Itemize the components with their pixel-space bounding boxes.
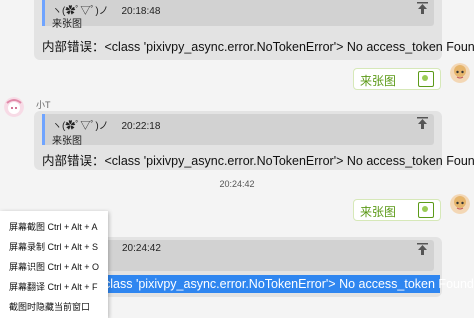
quoted-message[interactable]: ヽ(✿ﾟ▽ﾟ)ノ 20:22:18 来张图 bbox=[42, 114, 434, 147]
quote-accent-bar bbox=[42, 114, 45, 145]
quote-text: 来张图 bbox=[52, 136, 82, 147]
message-text: 内部错误：<class 'pixivpy_async.error.NoToken… bbox=[42, 154, 474, 168]
quote-text: 来张图 bbox=[52, 19, 82, 30]
quoted-message[interactable]: ヽ(✿ﾟ▽ﾟ)ノ 20:18:48 来张图 bbox=[42, 0, 434, 30]
quote-time: 20:22:18 bbox=[121, 121, 161, 132]
quote-header: ヽ(✿ﾟ▽ﾟ)ノ 20:22:18 bbox=[52, 117, 160, 132]
quote-time: 20:24:42 bbox=[122, 243, 161, 254]
message-bubble-1[interactable]: ヽ(✿ﾟ▽ﾟ)ノ 20:18:48 来张图 内部错误：<class 'pixiv… bbox=[34, 0, 474, 60]
sticker-text: 来张图 bbox=[360, 205, 397, 219]
jump-to-quote-icon[interactable] bbox=[417, 2, 428, 14]
message-text: 内部错误：<class 'pixivpy_async.error.NoToken… bbox=[42, 40, 474, 54]
quote-accent-bar bbox=[42, 0, 45, 26]
menu-item-hide-window[interactable]: 截图时隐藏当前窗口 bbox=[9, 300, 90, 313]
sticker-text: 来张图 bbox=[360, 74, 397, 88]
sender-avatar[interactable] bbox=[4, 97, 24, 117]
menu-item-screen-record[interactable]: 屏幕录制 Ctrl + Alt + S bbox=[9, 240, 98, 253]
sender-name: 小T bbox=[36, 100, 51, 110]
menu-item-screen-recognize[interactable]: 屏幕识图 Ctrl + Alt + O bbox=[9, 260, 99, 273]
menu-item-screenshot[interactable]: 屏幕截图 Ctrl + Alt + A bbox=[9, 220, 98, 233]
message-text-selected: class 'pixivpy_async.error.NoTokenError'… bbox=[104, 277, 474, 291]
my-avatar[interactable] bbox=[450, 63, 470, 83]
menu-item-screen-translate[interactable]: 屏幕翻译 Ctrl + Alt + F bbox=[9, 280, 98, 293]
quote-time: 20:18:48 bbox=[121, 6, 161, 17]
quote-face: ヽ(✿ﾟ▽ﾟ)ノ bbox=[52, 121, 109, 132]
outgoing-sticker-1[interactable]: 来张图 bbox=[353, 68, 441, 90]
jump-to-quote-icon[interactable] bbox=[417, 117, 428, 129]
timestamp-divider: 20:24:42 bbox=[219, 179, 255, 189]
my-avatar[interactable] bbox=[450, 194, 470, 214]
image-icon bbox=[418, 71, 434, 87]
jump-to-quote-icon[interactable] bbox=[417, 243, 428, 255]
message-bubble-2[interactable]: ヽ(✿ﾟ▽ﾟ)ノ 20:22:18 来张图 内部错误：<class 'pixiv… bbox=[34, 111, 474, 170]
outgoing-sticker-2[interactable]: 来张图 bbox=[353, 199, 441, 221]
screenshot-context-menu: 屏幕截图 Ctrl + Alt + A 屏幕录制 Ctrl + Alt + S … bbox=[0, 211, 108, 318]
image-icon bbox=[418, 202, 434, 218]
